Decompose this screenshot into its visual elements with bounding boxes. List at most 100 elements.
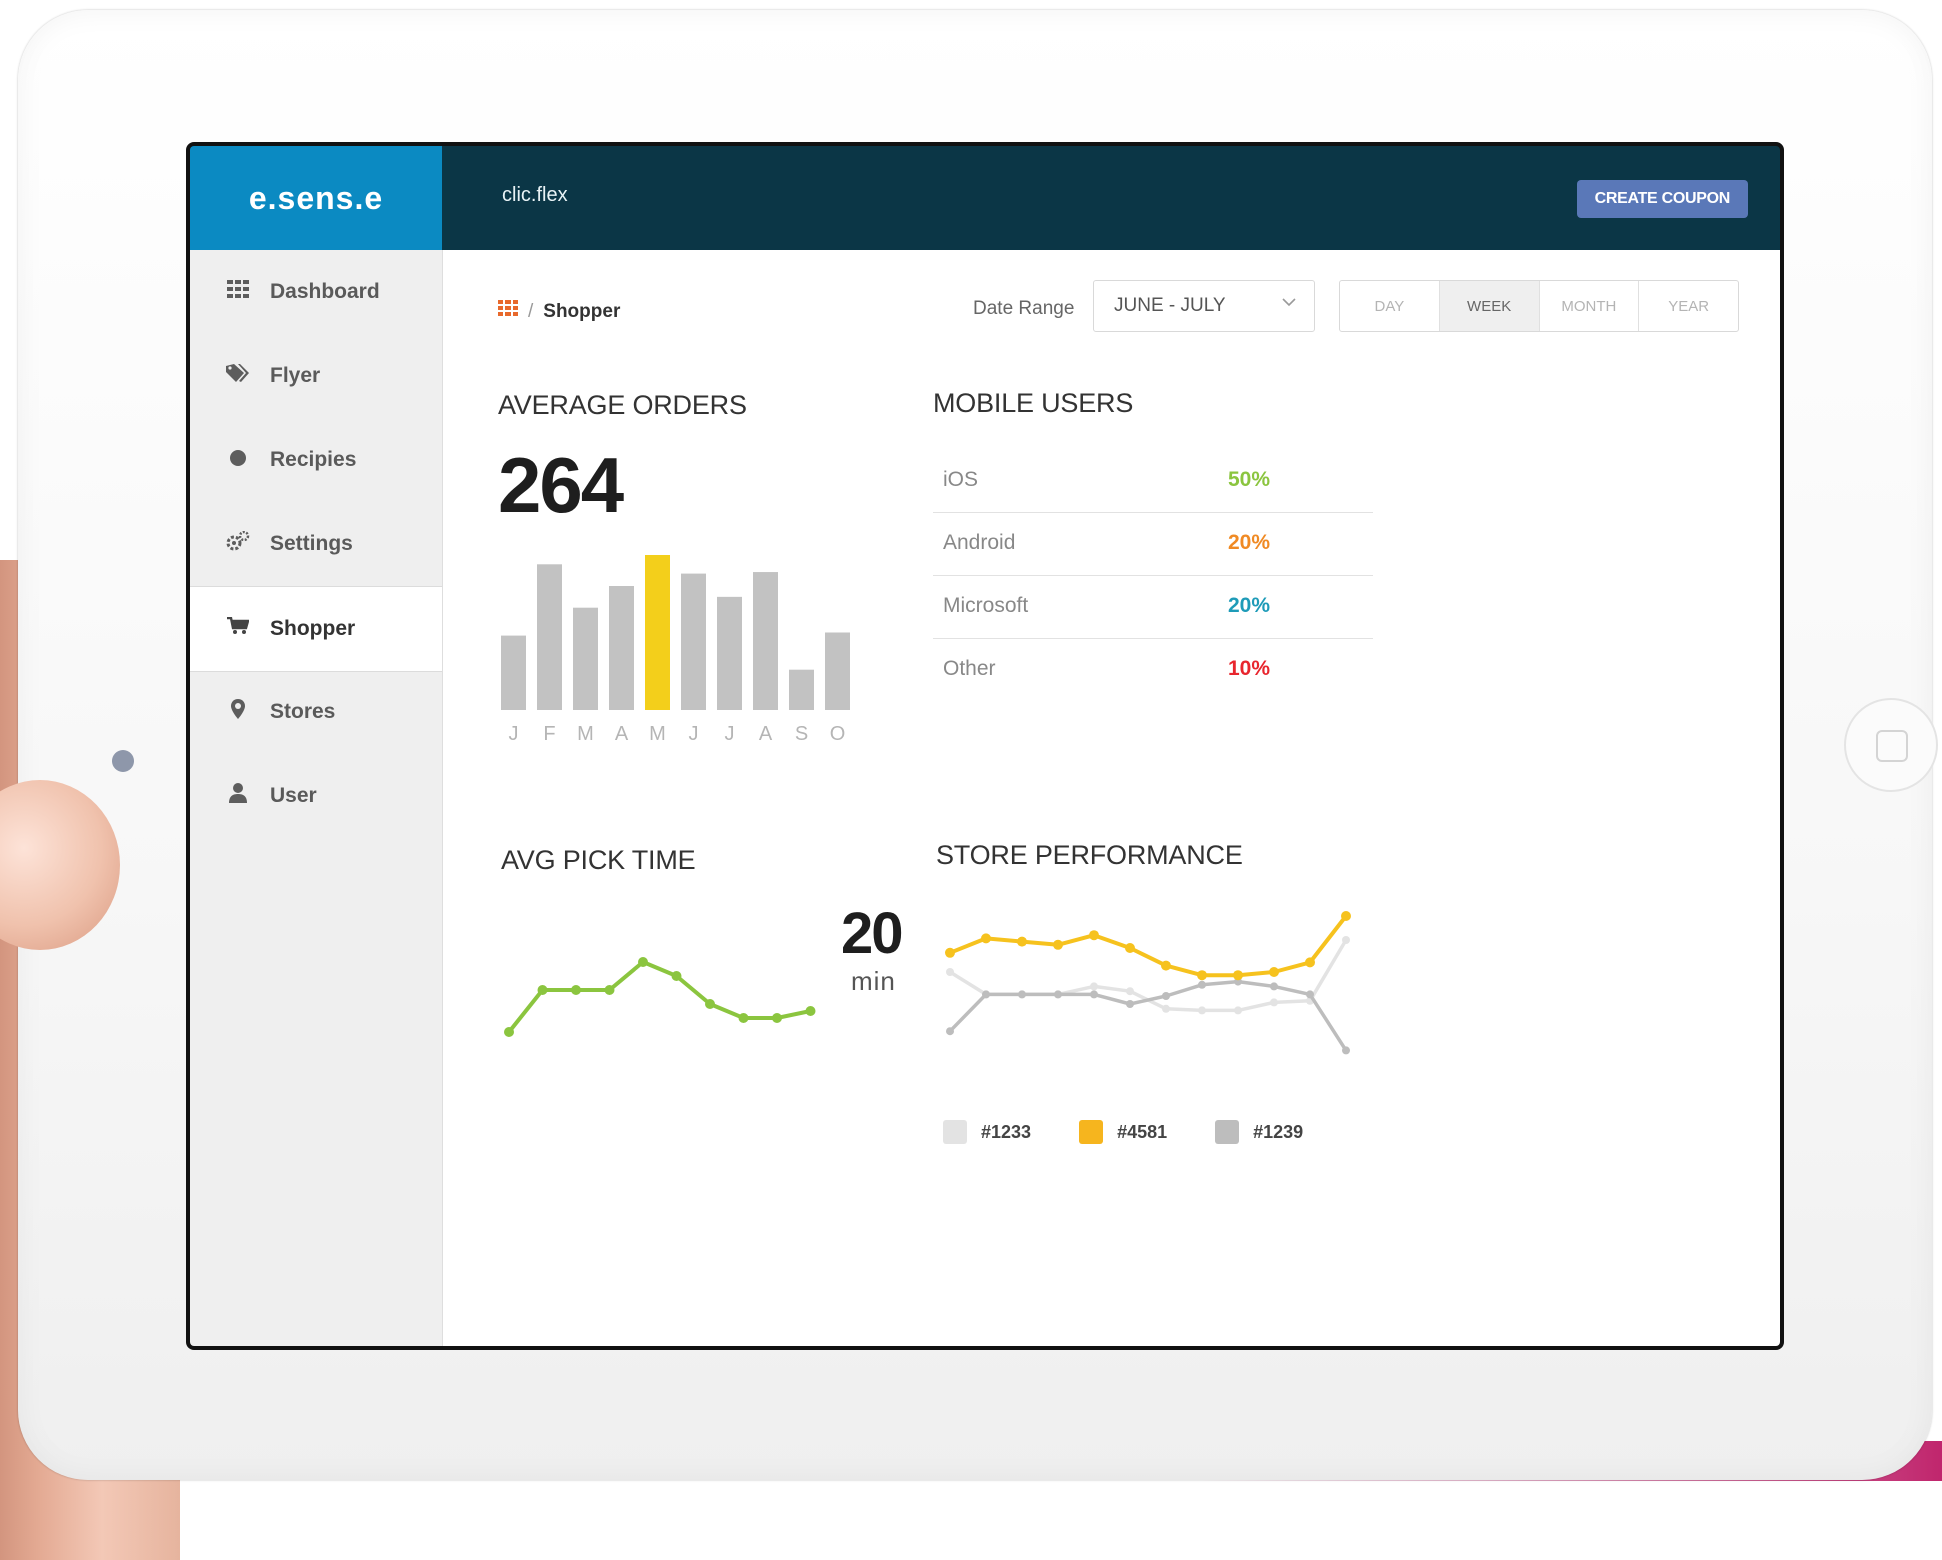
data-point: [805, 1006, 816, 1016]
legend-label: #1239: [1253, 1121, 1304, 1142]
tab-day[interactable]: DAY: [1340, 281, 1440, 331]
tablet-screen: e.sens.e clic.flex CREATE COUPON Dashboa…: [190, 146, 1780, 1346]
average-orders-title: AVERAGE ORDERS: [498, 390, 747, 420]
x-tick-label: A: [759, 723, 773, 745]
sidebar-item-shopper[interactable]: Shopper: [190, 586, 442, 672]
home-icon: [1876, 730, 1908, 762]
data-point: [946, 1027, 954, 1036]
sidebar-item-settings[interactable]: Settings: [190, 502, 442, 586]
date-range-value: JUNE - JULY: [1114, 295, 1226, 316]
home-button[interactable]: [1844, 698, 1938, 792]
data-point: [1197, 970, 1207, 981]
data-point: [1053, 939, 1063, 950]
data-point: [1161, 960, 1171, 971]
mobile-os-value: 20%: [1228, 594, 1271, 617]
bar: [753, 572, 778, 710]
data-point: [1270, 982, 1278, 991]
data-point: [1125, 943, 1135, 953]
user-icon: [218, 783, 258, 809]
table-row: Microsoft 20%: [933, 576, 1373, 639]
legend-label: #4581: [1117, 1121, 1168, 1142]
x-tick-label: A: [615, 723, 629, 745]
data-point: [1341, 911, 1351, 921]
sidebar-item-user[interactable]: User: [190, 754, 442, 838]
mobile-os-name: Microsoft: [943, 594, 1029, 617]
data-point: [705, 999, 715, 1009]
sidebar-item-dashboard[interactable]: Dashboard: [190, 250, 442, 334]
line-series: [507, 960, 811, 1034]
mobile-users-table: iOS 50% Android 20% Microsoft 20% Other …: [933, 450, 1373, 701]
grid-icon: [218, 280, 258, 304]
legend-swatch: [943, 1120, 967, 1144]
data-point: [772, 1013, 782, 1023]
main-content: / Shopper Date Range JUNE - JULY DAY WEE…: [443, 250, 1780, 1346]
grid-icon[interactable]: [498, 300, 518, 323]
bar: [573, 607, 598, 710]
breadcrumb-separator: /: [528, 300, 534, 322]
tab-week[interactable]: WEEK: [1439, 281, 1540, 331]
data-point: [1198, 980, 1206, 989]
data-point: [1089, 930, 1099, 941]
date-range-label: Date Range: [973, 298, 1075, 319]
line-series: [948, 979, 1348, 1052]
data-point: [504, 1027, 514, 1037]
sidebar-item-flyer[interactable]: Flyer: [190, 334, 442, 418]
legend-swatch: [1079, 1120, 1104, 1144]
average-orders-chart: JFMAMJJASO: [501, 555, 850, 745]
legend-item[interactable]: #1239: [1215, 1120, 1303, 1144]
mobile-os-name: iOS: [943, 468, 979, 491]
sidebar-item-label: Recipies: [270, 448, 357, 471]
legend-item[interactable]: #4581: [1079, 1120, 1167, 1144]
data-point: [1305, 957, 1315, 968]
data-point: [537, 985, 548, 995]
mobile-os-value: 20%: [1228, 531, 1271, 554]
x-tick-label: J: [725, 723, 735, 745]
data-point: [945, 947, 955, 958]
data-point: [1054, 990, 1062, 999]
bar: [609, 586, 634, 710]
line-series: [949, 914, 1348, 978]
data-point: [638, 957, 648, 967]
bar: [501, 635, 526, 710]
legend-item[interactable]: #1233: [943, 1120, 1031, 1144]
data-point: [1162, 1004, 1170, 1013]
bar: [681, 573, 706, 710]
data-point: [1270, 998, 1278, 1007]
data-point: [1342, 1046, 1350, 1055]
x-tick-label: O: [830, 723, 846, 745]
tab-year[interactable]: YEAR: [1639, 281, 1738, 331]
data-point: [671, 971, 682, 981]
avg-pick-time-chart: [504, 957, 816, 1037]
x-tick-label: M: [649, 723, 666, 745]
app-title: clic.flex: [502, 184, 568, 206]
sidebar-item-label: Dashboard: [270, 280, 380, 303]
data-point: [1306, 990, 1314, 999]
tab-month[interactable]: MONTH: [1540, 281, 1640, 331]
brand-logo[interactable]: e.sens.e: [190, 146, 442, 250]
top-bar: e.sens.e clic.flex CREATE COUPON: [190, 146, 1780, 250]
sidebar: Dashboard Flyer Recipies Settings Shoppe…: [190, 250, 443, 1346]
breadcrumb: / Shopper: [498, 300, 620, 323]
mobile-os-value: 50%: [1228, 468, 1271, 491]
data-point: [738, 1013, 749, 1023]
data-point: [1342, 936, 1350, 944]
x-tick-label: F: [543, 723, 555, 745]
mobile-os-name: Other: [943, 657, 996, 680]
mobile-os-name: Android: [943, 531, 1016, 554]
date-range-select[interactable]: JUNE - JULY: [1093, 280, 1315, 332]
data-point: [946, 968, 954, 976]
avg-pick-time-title: AVG PICK TIME: [501, 845, 696, 875]
tags-icon: [218, 364, 258, 388]
sidebar-item-label: User: [270, 784, 317, 807]
period-tabs: DAY WEEK MONTH YEAR: [1339, 280, 1739, 332]
chevron-down-icon: [1282, 294, 1296, 312]
x-tick-label: J: [509, 723, 519, 745]
create-coupon-button[interactable]: CREATE COUPON: [1576, 180, 1748, 218]
data-point: [981, 933, 991, 944]
legend-label: #1233: [981, 1121, 1032, 1142]
data-point: [1162, 992, 1170, 1000]
x-tick-label: J: [689, 723, 699, 745]
table-row: Android 20%: [933, 513, 1373, 576]
sidebar-item-recipies[interactable]: Recipies: [190, 418, 442, 502]
sidebar-item-stores[interactable]: Stores: [190, 670, 442, 754]
